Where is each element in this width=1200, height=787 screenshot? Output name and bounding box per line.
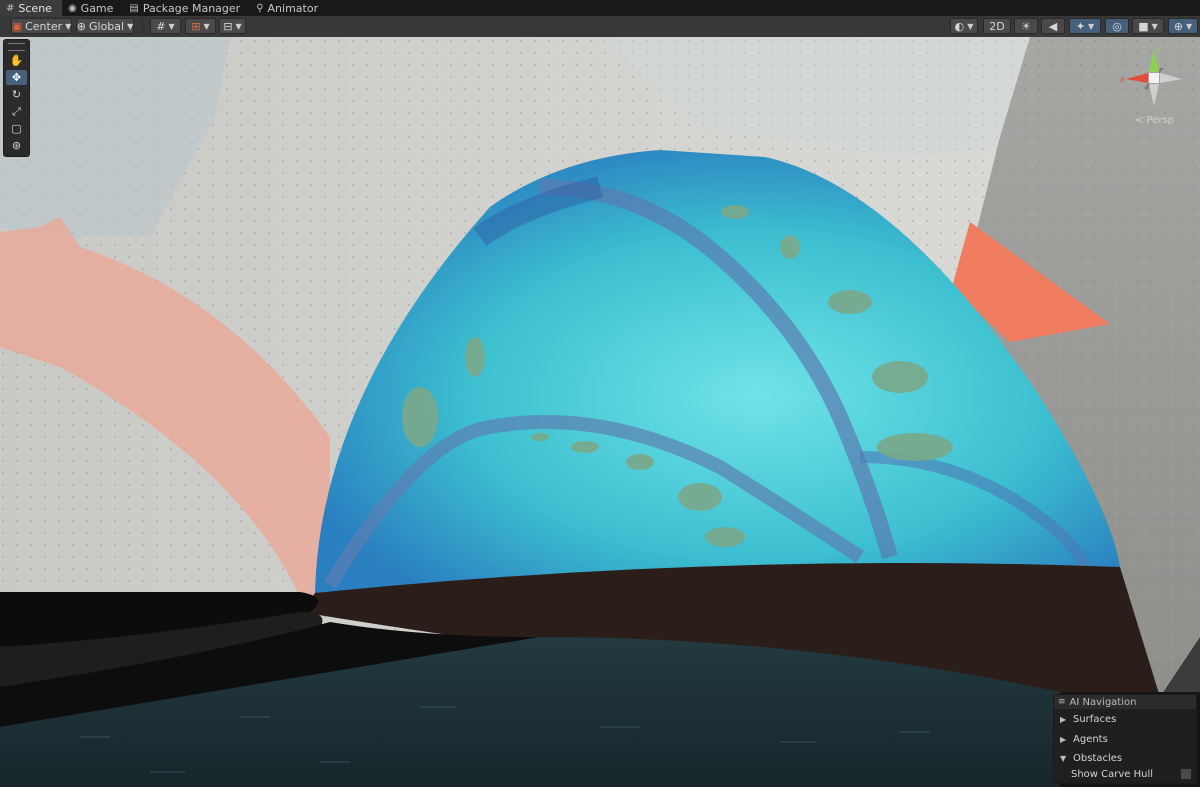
tab-scene-label: Scene [18,1,52,15]
toolbar-divider [142,19,143,34]
tab-game[interactable]: ◉ Game [62,0,123,16]
grid-visibility-dropdown[interactable]: ⊟ ▼ [219,18,246,34]
nav-section-label: Obstacles [1073,752,1123,764]
eye-slash-icon: ◎ [1112,19,1122,33]
toggle-2d-button[interactable]: 2D [983,18,1011,34]
scene-tool-strip: ✋ ✥ ↻ ⤢ ▢ ⊛ [3,39,30,157]
nav-section-surfaces[interactable]: ▶ Surfaces [1054,709,1196,729]
pivot-mode-dropdown[interactable]: ▣ Center ▼ [11,18,72,34]
move-arrows-icon: ✥ [11,71,22,84]
rotate-tool-button[interactable]: ↻ [6,87,27,102]
chevron-down-icon: ▼ [203,21,210,31]
editor-tab-bar: # Scene ◉ Game ▤ Package Manager ⚲ Anima… [0,0,1200,16]
nav-section-label: Surfaces [1073,713,1117,725]
gizmo-sphere-icon: ⊕ [1173,19,1184,33]
chevron-right-icon: ▶ [1060,714,1067,724]
nav-section-label: Agents [1073,733,1108,745]
grid-snap-icon: # [156,19,166,33]
hand-icon: ✋ [9,54,24,67]
gizmo-y-label: y [1155,45,1160,54]
scene-visibility-toggle[interactable]: ◎ [1105,18,1129,34]
camera-dropdown[interactable]: ■ ▼ [1132,18,1164,34]
gizmo-neg-y-axis[interactable] [1149,84,1159,106]
ai-navigation-panel: ≡ AI Navigation ▶ Surfaces ▶ Agents ▼ Ob… [1053,694,1197,784]
transform-icon: ⊛ [11,139,22,152]
nav-section-obstacles[interactable]: ▼ Obstacles [1054,749,1196,767]
grid-visibility-icon: ⊟ [223,19,233,33]
tab-package-manager-label: Package Manager [142,1,241,15]
pivot-space-label: Global [88,19,125,33]
speaker-icon: ◀ [1048,19,1058,33]
rotate-icon: ↻ [11,88,22,101]
gizmo-x-label: x [1120,75,1125,84]
audio-toggle[interactable]: ◀ [1041,18,1065,34]
ai-navigation-title: AI Navigation [1069,696,1137,708]
lighting-toggle[interactable]: ☀ [1014,18,1038,34]
chevron-down-icon: ▼ [1186,21,1193,31]
show-carve-hull-label: Show Carve Hull [1071,768,1154,780]
chevron-down-icon: ▼ [235,21,242,31]
increment-snap-icon: ⊞ [191,19,201,33]
drag-handle-icon: ≡ [1058,697,1066,707]
shading-sphere-icon: ◐ [954,19,965,33]
globe-icon: ⊕ [76,19,86,33]
effects-dropdown[interactable]: ✦ ▼ [1069,18,1101,34]
effects-icon: ✦ [1075,19,1086,33]
hand-tool-button[interactable]: ✋ [6,53,27,68]
scale-tool-button[interactable]: ⤢ [6,104,27,119]
gizmos-dropdown[interactable]: ⊕ ▼ [1168,18,1198,34]
package-icon: ▤ [129,2,139,14]
lightbulb-icon: ☀ [1021,19,1031,33]
ai-navigation-header[interactable]: ≡ AI Navigation [1054,695,1196,709]
tab-package-manager[interactable]: ▤ Package Manager [123,0,250,16]
pivot-space-dropdown[interactable]: ⊕ Global ▼ [76,18,134,34]
scale-icon: ⤢ [12,104,21,118]
pivot-mode-label: Center [25,19,63,33]
show-carve-hull-row: Show Carve Hull [1054,767,1196,781]
pivot-icon: ▣ [11,19,23,33]
nav-section-agents[interactable]: ▶ Agents [1054,729,1196,749]
scene-viewport[interactable] [0,37,1200,787]
chevron-down-icon: ▼ [168,21,175,31]
transform-tool-button[interactable]: ⊛ [6,138,27,153]
draw-mode-dropdown[interactable]: ◐ ▼ [950,18,978,34]
scene-grid-icon: # [6,2,15,14]
chevron-down-icon: ▼ [1088,21,1095,31]
drag-handle[interactable] [8,43,25,51]
chevron-right-icon: ▶ [1060,734,1067,744]
camera-icon: ■ [1138,19,1149,33]
gizmo-neg-x-axis[interactable] [1160,73,1182,83]
chevron-down-icon: ▼ [65,21,72,31]
rect-tool-button[interactable]: ▢ [6,121,27,136]
show-carve-hull-checkbox[interactable] [1180,768,1192,780]
chevron-down-icon: ▼ [967,21,974,31]
chevron-down-icon: ▼ [127,21,134,31]
tab-game-label: Game [80,1,114,15]
projection-toggle[interactable]: < Persp [1135,115,1174,126]
scene-render [0,37,1200,787]
move-tool-button[interactable]: ✥ [6,70,27,85]
gamepad-icon: ◉ [67,2,77,14]
grid-snap-dropdown[interactable]: # ▼ [150,18,181,34]
gizmo-x-axis[interactable] [1126,73,1148,83]
tab-animator-label: Animator [267,1,319,15]
tab-scene[interactable]: # Scene [0,0,62,16]
chevron-down-icon: ▼ [1151,21,1158,31]
toggle-2d-label: 2D [989,19,1005,33]
chevron-down-icon: ▼ [1060,753,1067,763]
increment-snap-dropdown[interactable]: ⊞ ▼ [185,18,216,34]
tab-animator[interactable]: ⚲ Animator [250,0,328,16]
scene-toolbar: ▣ Center ▼ ⊕ Global ▼ # ▼ ⊞ ▼ ⊟ ▼ ◐ ▼ 2D… [0,16,1200,38]
rect-icon: ▢ [11,122,22,135]
animator-icon: ⚲ [256,2,264,14]
gizmo-center-cube[interactable] [1149,73,1159,83]
